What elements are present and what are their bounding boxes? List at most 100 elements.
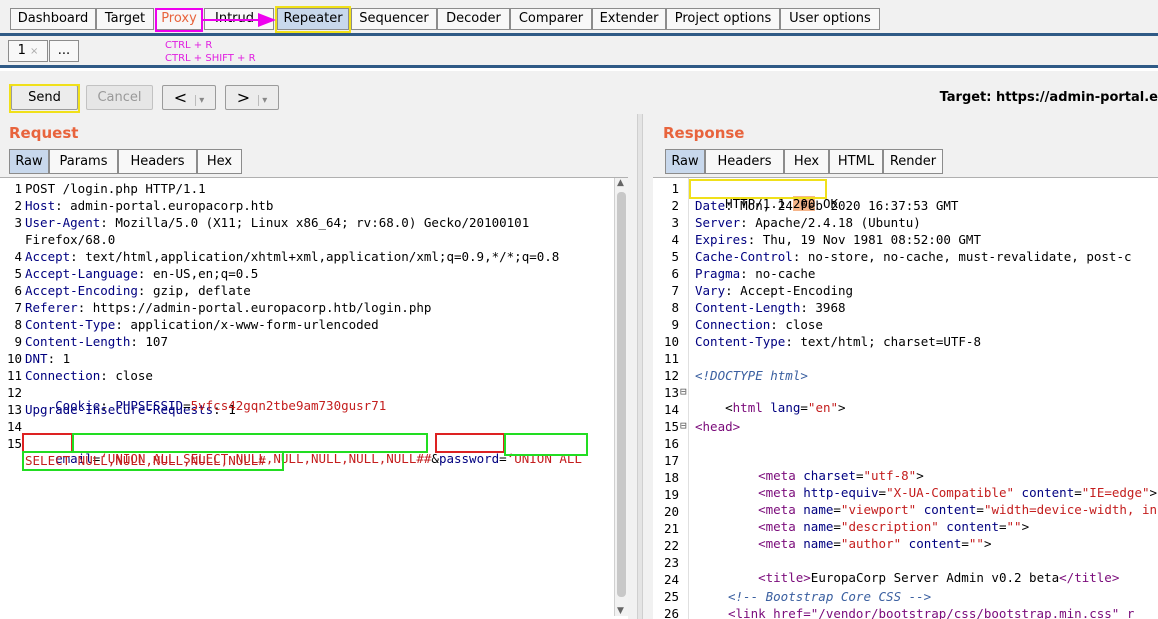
header-name: Content-Type [695,334,786,349]
request-scrollbar[interactable]: ▲ ▼ [614,178,628,616]
comment-line: <!-- Bootstrap Core CSS --> [728,589,932,604]
sub-tab-1-label: 1 [17,43,26,58]
close-icon[interactable]: × [30,46,38,57]
response-header-line: Content-Type: text/html; charset=UTF-8 [695,334,981,349]
header-value: : Thu, 19 Nov 1981 08:52:00 GMT [747,232,981,247]
header-value: : 107 [130,334,168,349]
header-value: : Mon, 24 Feb 2020 16:37:53 GMT [725,198,959,213]
response-tab-hex[interactable]: Hex [784,149,829,174]
scroll-up-icon[interactable]: ▲ [617,178,624,188]
header-name: Content-Type [25,317,116,332]
header-value: : close [770,317,823,332]
shortcut-hint-2: CTRL + SHIFT + R [165,53,256,64]
sub-tab-1[interactable]: 1 × [8,40,48,62]
line-number: 10 [6,351,22,366]
back-history-icon[interactable]: ▾ [195,95,205,106]
password-param-key: password [438,451,500,466]
response-header-line: Vary: Accept-Encoding [695,283,853,298]
response-title: Response [663,124,745,142]
password-param-eq: = [499,451,507,466]
tag-name: html [732,400,763,415]
header-value: : Accept-Encoding [725,283,854,298]
header-name: DNT [25,351,48,366]
forward-arrow-icon: > [236,88,251,107]
link-line: <link href="/vendor/bootstrap/css/bootst… [728,606,1135,619]
send-button[interactable]: Send [11,85,78,110]
lt: < [725,400,733,415]
request-scroll-thumb[interactable] [617,192,626,597]
response-tab-html[interactable]: HTML [829,149,883,174]
request-editor[interactable]: 1 POST /login.php HTTP/1.1 2 Host: admin-po… [0,177,628,619]
line-number: 7 [14,300,22,315]
tab-project-options[interactable]: Project options [666,8,780,30]
header-value: : application/x-www-form-urlencoded [115,317,379,332]
header-name: Pragma [695,266,741,281]
header-value: : 3968 [800,300,846,315]
tab-extender[interactable]: Extender [592,8,666,30]
repeater-sub-tab-bar: 1 × ... CTRL + R CTRL + SHIFT + R [0,36,1158,68]
cancel-button[interactable]: Cancel [86,85,153,110]
header-value: : admin-portal.europacorp.htb [55,198,274,213]
header-name: Accept-Encoding [25,283,138,298]
header-value: : text/html; charset=UTF-8 [785,334,981,349]
header-sep: : [100,398,116,413]
scroll-down-icon[interactable]: ▼ [617,606,624,616]
cookie-eq: = [183,398,191,413]
cookie-name: PHPSESSID [115,398,184,413]
request-line: Content-Type: application/x-www-form-url… [25,317,379,332]
header-name: Connection [25,368,101,383]
request-line: Host: admin-portal.europacorp.htb [25,198,273,213]
request-tab-params[interactable]: Params [49,149,118,174]
header-value: : close [100,368,153,383]
request-line: DNT: 1 [25,351,70,366]
header-name: Expires [695,232,748,247]
cookie-value: 5vfcs42gqn2tbe9am730gusr71 [190,398,387,413]
tab-user-options[interactable]: User options [780,8,880,30]
header-name: Cookie [55,398,101,413]
tab-target[interactable]: Target [96,8,154,30]
tag-name: <title> [758,570,811,585]
forward-button[interactable]: > ▾ [225,85,279,110]
request-tab-headers[interactable]: Headers [118,149,197,174]
request-line: Accept-Encoding: gzip, deflate [25,283,251,298]
tab-proxy[interactable]: Proxy [156,8,202,30]
header-value: POST /login.php HTTP/1.1 [25,181,206,196]
back-button[interactable]: < ▾ [162,85,216,110]
line-number: 6 [14,283,22,298]
tag-name: </title> [1059,570,1120,585]
line-number: 13 [6,402,22,417]
response-tab-raw[interactable]: Raw [665,149,705,174]
tab-decoder[interactable]: Decoder [437,8,510,30]
tab-comparer[interactable]: Comparer [510,8,592,30]
response-editor[interactable]: 1 HTTP/1.1 200 OK 2 Date: Mon, 24 Feb 202… [653,177,1158,619]
target-label[interactable]: Target: https://admin-portal.e [940,90,1158,105]
toolbar: Send Cancel < ▾ > ▾ Target: https://admi… [0,71,1158,121]
tab-repeater[interactable]: Repeater [277,8,349,30]
pane-splitter[interactable] [637,114,643,619]
arrow-icon [202,13,276,27]
attr-name: lang [770,400,801,415]
sub-tab-more[interactable]: ... [49,40,79,62]
line-number: 9 [14,334,22,349]
response-header-line: Connection: close [695,317,823,332]
response-tab-render[interactable]: Render [883,149,943,174]
tab-sequencer[interactable]: Sequencer [351,8,437,30]
request-line: User-Agent: Mozilla/5.0 (X11; Linux x86_… [25,215,529,230]
header-name: Host [25,198,56,213]
param-separator: & [431,451,439,466]
forward-history-icon[interactable]: ▾ [258,95,268,106]
request-line: Connection: close [25,368,153,383]
tab-dashboard[interactable]: Dashboard [10,8,96,30]
line-number: 15 [6,436,22,451]
request-tab-raw[interactable]: Raw [9,149,49,174]
head-open-line: <head> [695,419,741,434]
request-tab-hex[interactable]: Hex [197,149,242,174]
response-tab-headers[interactable]: Headers [705,149,784,174]
header-name: User-Agent [25,215,101,230]
header-value: : gzip, deflate [137,283,251,298]
header-name: Content-Length [695,300,801,315]
request-line: Content-Length: 107 [25,334,168,349]
header-value: : 1 [47,351,71,366]
main-tab-bar: Dashboard Target Proxy Intrud Repeater S… [0,0,1158,36]
line-number: 14 [6,419,22,434]
